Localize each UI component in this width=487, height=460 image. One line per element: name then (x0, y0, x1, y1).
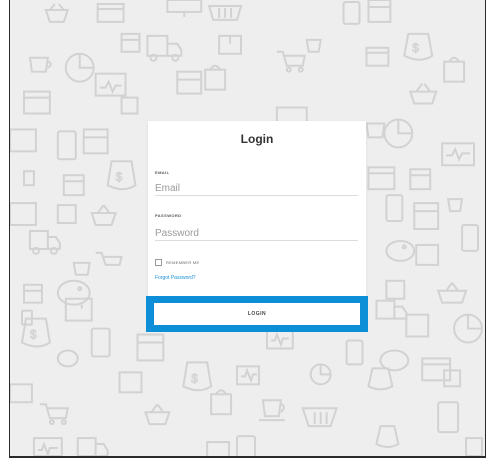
tablet-icon (342, 0, 361, 25)
email-label: EMAIL (155, 170, 170, 175)
monitor-icon (94, 72, 127, 97)
svg-text:$: $ (30, 328, 37, 342)
login-title: Login (240, 132, 274, 146)
tablet-icon (345, 339, 364, 366)
monitor-icon (441, 142, 476, 167)
truck-icon (76, 437, 109, 456)
pie-chart-icon (64, 52, 95, 83)
coffee-cup-icon (365, 122, 386, 139)
browser-window-icon (10, 128, 37, 153)
browser-window-icon (118, 371, 143, 394)
remember-me-checkbox[interactable] (155, 258, 162, 266)
tablet-icon (385, 194, 404, 223)
browser-window-icon (96, 2, 125, 23)
money-bag-icon: $ (182, 361, 213, 392)
shopping-bag-icon (56, 204, 77, 225)
tablet-icon (461, 224, 479, 252)
basket-icon (44, 3, 70, 23)
shopping-bag-icon (204, 64, 227, 91)
coffee-cup-icon (305, 38, 322, 53)
truck-icon (28, 229, 61, 255)
password-field[interactable] (155, 226, 358, 241)
calendar-icon (415, 243, 440, 266)
browser-window-icon (405, 313, 430, 338)
basket-icon (408, 83, 438, 105)
coffee-cup-icon (28, 56, 52, 73)
calendar-icon (176, 70, 203, 95)
login-card: Login EMAIL PASSWORD REMEMBER ME Forgot … (148, 121, 366, 296)
shopping-cart-icon (95, 251, 123, 266)
calendar-icon (82, 128, 109, 155)
tablet-icon (437, 401, 460, 434)
money-bag-icon: $ (403, 32, 434, 61)
truck-icon (375, 299, 408, 320)
piggy-bank-icon (56, 279, 91, 309)
pie-chart-icon (383, 118, 414, 149)
email-field[interactable] (155, 181, 358, 196)
wallet-icon (22, 170, 35, 187)
tablet-icon (56, 130, 77, 161)
box-icon (218, 34, 243, 55)
shopping-cart-icon (39, 403, 70, 426)
browser-window-icon (64, 297, 93, 322)
coffee-cup-icon (446, 198, 464, 213)
shopping-bag-icon (443, 56, 466, 83)
login-page: $ $ $ $ Login EMAIL Email PASSWORD REMEM… (9, 0, 486, 458)
basket-icon (90, 204, 117, 227)
wallet-icon (120, 96, 139, 115)
piggy-bank-icon (385, 239, 416, 262)
tablet-icon (236, 435, 256, 456)
svg-text:$: $ (116, 170, 123, 184)
shopping-cart-icon (276, 50, 306, 73)
tablet-icon (90, 327, 111, 358)
svg-text:$: $ (191, 371, 198, 385)
calendar-icon (62, 174, 85, 197)
calendar-icon (120, 32, 141, 53)
wallet-icon (10, 383, 33, 404)
calendar-icon (367, 0, 392, 23)
money-bag-icon (367, 367, 394, 391)
basket-icon (207, 4, 243, 21)
remember-me-label: REMEMBER ME (166, 259, 200, 265)
browser-window-icon (367, 166, 396, 191)
shopping-bag-icon (210, 389, 233, 416)
login-button[interactable]: LOGIN (154, 303, 360, 325)
piggy-bank-icon (56, 349, 79, 368)
forgot-password-link[interactable]: Forgot Password? (155, 275, 196, 281)
basket-icon (144, 403, 171, 426)
truck-icon (146, 34, 183, 62)
basket-icon (301, 407, 338, 428)
pie-chart-icon (309, 363, 332, 386)
password-label: PASSWORD (155, 213, 182, 218)
monitor-icon (166, 0, 203, 17)
monitor-icon (32, 437, 63, 456)
calendar-icon (136, 333, 165, 362)
browser-window-icon (365, 46, 390, 67)
svg-text:$: $ (412, 41, 419, 55)
money-bag-icon: $ (106, 160, 137, 191)
calendar-icon (465, 437, 483, 456)
calendar-icon (443, 369, 462, 388)
remember-me-row[interactable]: REMEMBER ME (155, 258, 200, 266)
coffee-cup-icon (72, 261, 91, 276)
browser-window-icon (10, 202, 37, 227)
pie-chart-icon (453, 313, 483, 344)
monitor-icon (236, 365, 260, 386)
browser-window-icon (206, 441, 231, 456)
coffee-cup-icon (258, 399, 285, 422)
calendar-icon (413, 202, 440, 230)
browser-window-icon (22, 90, 51, 115)
money-bag-icon: $ (20, 317, 51, 348)
login-footer: LOGIN (146, 296, 368, 332)
calendar-icon (409, 168, 432, 191)
wallet-icon (385, 279, 406, 300)
calendar-icon (22, 283, 43, 304)
money-bag-icon (375, 425, 400, 449)
basket-icon (436, 282, 468, 304)
